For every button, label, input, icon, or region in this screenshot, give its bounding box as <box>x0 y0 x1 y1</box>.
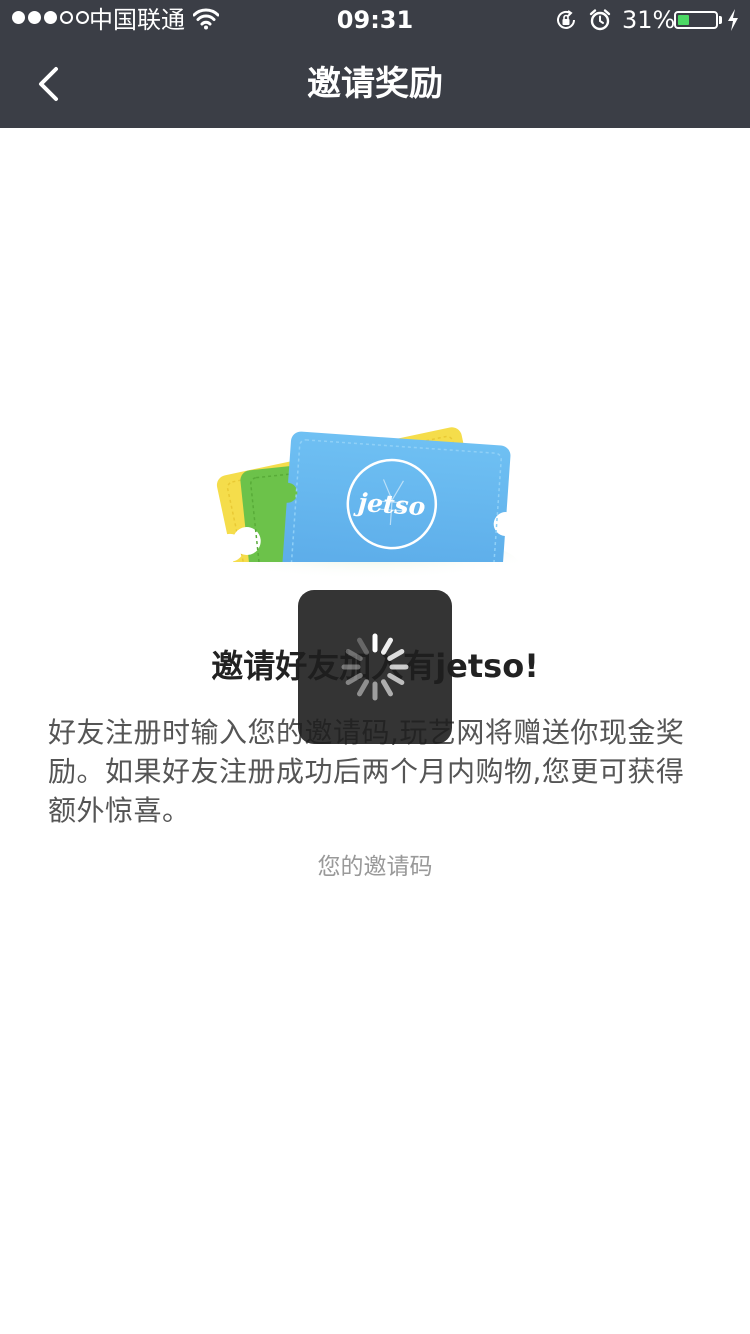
battery-cap <box>719 16 722 24</box>
rotation-lock-icon <box>554 8 578 38</box>
ticket-illustration: jetso <box>200 390 540 620</box>
invite-code-label: 您的邀请码 <box>317 854 433 880</box>
page-title: 邀请奖励 <box>307 64 443 104</box>
spinner-icon <box>341 633 409 701</box>
chevron-left-icon <box>39 67 58 101</box>
invite-reward-screen: 中国联通 09:31 31% 邀请奖励 jetso 好友注册时输入您的邀请码,玩… <box>0 0 750 1334</box>
navigation-bar: 邀请奖励 <box>0 40 750 128</box>
battery-level-fill <box>678 15 689 25</box>
battery-percent: 31% <box>622 6 676 34</box>
status-bar: 中国联通 09:31 31% <box>0 0 750 40</box>
loading-overlay <box>298 590 452 744</box>
charging-bolt-icon <box>726 8 740 38</box>
battery-icon <box>674 11 718 29</box>
alarm-icon <box>588 8 612 38</box>
back-button[interactable] <box>24 60 72 108</box>
